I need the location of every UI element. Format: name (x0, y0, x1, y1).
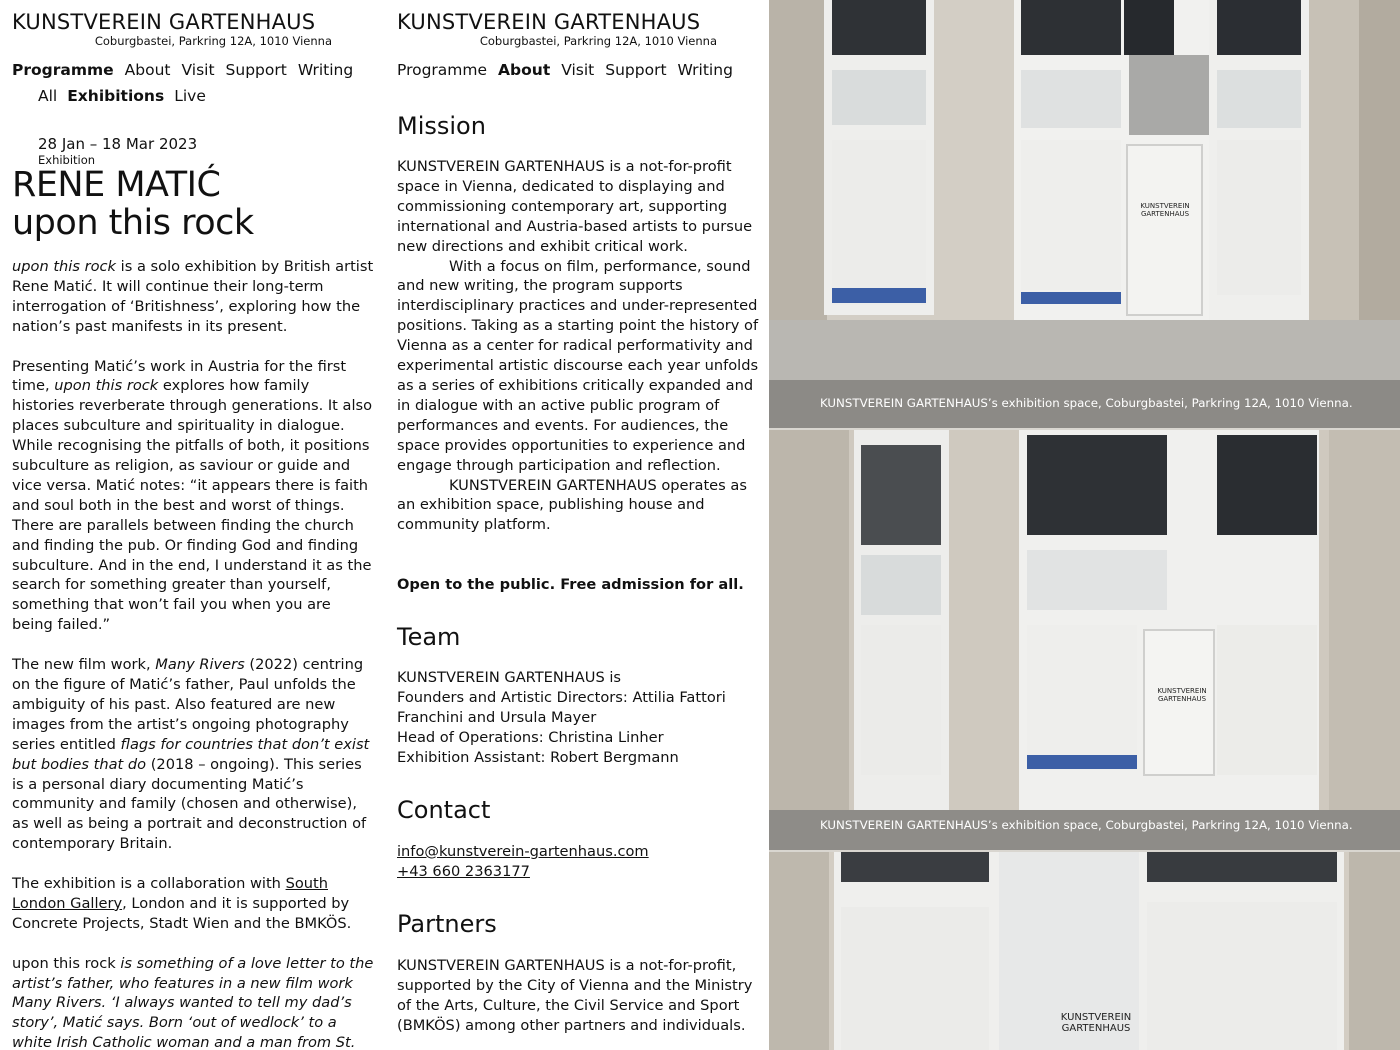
nav-writing[interactable]: Writing (678, 61, 733, 79)
email-link[interactable]: info@kunstverein-gartenhaus.com (397, 843, 649, 860)
site-title[interactable]: KUNSTVEREIN GARTENHAUS (12, 9, 332, 35)
mission-heading: Mission (397, 112, 486, 140)
contact-heading: Contact (397, 796, 491, 824)
paragraph: upon this rock is something of a love le… (12, 954, 374, 1050)
nav-visit[interactable]: Visit (182, 61, 215, 79)
photo-column: KUNSTVEREIN GARTENHAUS KUNSTVEREIN GARTE… (769, 0, 1400, 1050)
exhibition-space-photo: KUNSTVEREIN GARTENHAUS (769, 852, 1400, 1050)
site-address: Coburgbastei, Parkring 12A, 1010 Vienna (94, 34, 332, 48)
photo-caption: KUNSTVEREIN GARTENHAUS’s exhibition spac… (820, 818, 1353, 832)
programme-subnav: All Exhibitions Live (38, 87, 216, 105)
exhibition-title: RENE MATIĆ upon this rock (12, 166, 254, 242)
door-sign-text: KUNSTVEREIN (1061, 1012, 1131, 1023)
subnav-all[interactable]: All (38, 87, 57, 105)
nav-programme[interactable]: Programme (12, 61, 114, 79)
facade-image: KUNSTVEREIN GARTENHAUS (769, 852, 1400, 1050)
team-line: Exhibition Assistant: Robert Bergmann (397, 748, 679, 766)
site-title[interactable]: KUNSTVEREIN GARTENHAUS (397, 9, 717, 35)
text: upon this rock (12, 954, 116, 972)
nav-writing[interactable]: Writing (298, 61, 353, 79)
mission-text: KUNSTVEREIN GARTENHAUS is a not-for-prof… (397, 157, 759, 535)
nav-about[interactable]: About (498, 61, 550, 79)
paragraph: upon this rock is a solo exhibition by B… (12, 257, 374, 337)
admission-note: Open to the public. Free admission for a… (397, 576, 744, 593)
nav-support[interactable]: Support (226, 61, 287, 79)
text: The new film work, (12, 656, 156, 674)
italic-title: Many Rivers (155, 656, 245, 674)
exhibition-text: upon this rock is a solo exhibition by B… (12, 257, 374, 1050)
brand-header[interactable]: KUNSTVEREIN GARTENHAUS Coburgbastei, Par… (12, 9, 332, 48)
artist-name: RENE MATIĆ (12, 165, 221, 205)
text: With a focus on film, performance, sound… (397, 257, 759, 474)
nav-visit[interactable]: Visit (561, 61, 594, 79)
paragraph: The new film work, Many Rivers (2022) ce… (12, 655, 374, 854)
subnav-live[interactable]: Live (174, 87, 206, 105)
contact-links: info@kunstverein-gartenhaus.com +43 660 … (397, 842, 759, 882)
partners-heading: Partners (397, 910, 497, 938)
nav-programme[interactable]: Programme (397, 61, 487, 79)
main-nav: Programme About Visit Support Writing (12, 61, 364, 79)
door-sign-text: GARTENHAUS (1158, 695, 1207, 703)
site-address: Coburgbastei, Parkring 12A, 1010 Vienna (479, 34, 717, 48)
mission-paragraph: With a focus on film, performance, sound… (397, 257, 759, 476)
partners-text: KUNSTVEREIN GARTENHAUS is a not-for-prof… (397, 957, 753, 1034)
page: KUNSTVEREIN GARTENHAUS Coburgbastei, Par… (0, 0, 1400, 1050)
paragraph: The exhibition is a collaboration with S… (12, 874, 374, 934)
about-column: KUNSTVEREIN GARTENHAUS Coburgbastei, Par… (385, 0, 769, 1050)
text: KUNSTVEREIN GARTENHAUS operates as an ex… (397, 476, 747, 534)
team-line: Head of Operations: Christina Linher (397, 728, 664, 746)
team-heading: Team (397, 623, 461, 651)
photo-caption: KUNSTVEREIN GARTENHAUS’s exhibition spac… (820, 396, 1353, 410)
italic-title: upon this rock (12, 258, 117, 275)
exhibition-dates: 28 Jan – 18 Mar 2023 (38, 135, 198, 153)
nav-support[interactable]: Support (605, 61, 666, 79)
door-sign-text: GARTENHAUS (1141, 210, 1190, 218)
facade-image: KUNSTVEREIN GARTENHAUS (769, 0, 1400, 428)
show-name: upon this rock (12, 203, 254, 243)
subnav-exhibitions[interactable]: Exhibitions (67, 87, 164, 105)
exhibition-space-photo: KUNSTVEREIN GARTENHAUS KUNSTVEREIN GARTE… (769, 0, 1400, 428)
phone-link[interactable]: +43 660 2363177 (397, 863, 530, 880)
text: The exhibition is a collaboration with (12, 875, 286, 893)
exhibition-column: KUNSTVEREIN GARTENHAUS Coburgbastei, Par… (0, 0, 385, 1050)
team-line: Founders and Artistic Directors: Attilia… (397, 688, 726, 726)
main-nav: Programme About Visit Support Writing (397, 61, 744, 79)
text: explores how family histories reverberat… (12, 377, 373, 634)
mission-paragraph: KUNSTVEREIN GARTENHAUS is a not-for-prof… (397, 158, 753, 255)
door-sign-text: KUNSTVEREIN (1157, 687, 1206, 695)
facade-image: KUNSTVEREIN GARTENHAUS (769, 430, 1400, 850)
nav-about[interactable]: About (125, 61, 171, 79)
italic-title: upon this rock (54, 377, 159, 395)
mission-paragraph: KUNSTVEREIN GARTENHAUS operates as an ex… (397, 476, 759, 536)
team-list: KUNSTVEREIN GARTENHAUS is Founders and A… (397, 668, 759, 768)
brand-header[interactable]: KUNSTVEREIN GARTENHAUS Coburgbastei, Par… (397, 9, 717, 48)
exhibition-space-photo: KUNSTVEREIN GARTENHAUS KUNSTVEREIN GARTE… (769, 430, 1400, 850)
team-line: KUNSTVEREIN GARTENHAUS is (397, 669, 622, 686)
door-sign-text: KUNSTVEREIN (1140, 202, 1189, 210)
paragraph: Presenting Matić’s work in Austria for t… (12, 357, 374, 636)
door-sign-text: GARTENHAUS (1062, 1023, 1131, 1034)
